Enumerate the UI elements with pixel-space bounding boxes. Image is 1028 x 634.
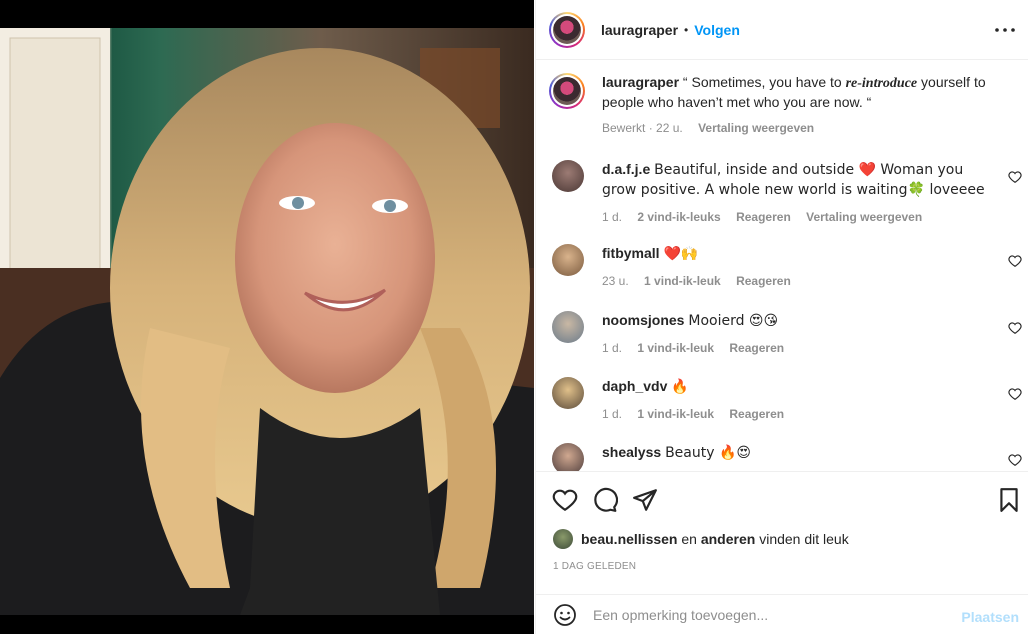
comment-text: Mooierd 😍😘 bbox=[688, 313, 779, 329]
comment-like-heart-icon[interactable] bbox=[1008, 387, 1022, 401]
share-send-icon[interactable] bbox=[632, 487, 658, 513]
comment-avatar[interactable] bbox=[552, 377, 584, 409]
like-heart-icon[interactable] bbox=[552, 487, 578, 513]
caption-avatar[interactable] bbox=[549, 73, 585, 109]
caption-username[interactable]: lauragraper bbox=[602, 74, 679, 90]
comment-reply-button[interactable]: Reageren bbox=[729, 407, 784, 421]
comment-username[interactable]: noomsjones bbox=[602, 312, 684, 328]
author-username[interactable]: lauragraper bbox=[601, 22, 678, 38]
comment-translate-link[interactable]: Vertaling weergeven bbox=[806, 210, 922, 224]
comment-username[interactable]: d.a.f.j.e bbox=[602, 161, 650, 177]
comment-avatar[interactable] bbox=[552, 244, 584, 276]
likes-summary: beau.nellissen en anderen vinden dit leu… bbox=[553, 529, 849, 549]
comment-composer: Plaatsen bbox=[536, 594, 1028, 634]
comment-text: Beautiful, inside and outside ❤️ Woman y… bbox=[602, 162, 985, 198]
emoji-picker-icon[interactable] bbox=[553, 603, 577, 627]
comment-like-heart-icon[interactable] bbox=[1008, 170, 1022, 184]
author-avatar[interactable] bbox=[549, 11, 585, 48]
liker-username[interactable]: beau.nellissen bbox=[581, 531, 677, 547]
comment-username[interactable]: daph_vdv bbox=[602, 378, 667, 394]
comment-age: 1 d. bbox=[602, 210, 623, 224]
comment-text: 🔥 bbox=[671, 379, 689, 395]
comment-text: Beauty 🔥😍 bbox=[665, 445, 751, 461]
post-photo[interactable] bbox=[0, 28, 534, 615]
caption-text-emphasis: re-introduce bbox=[845, 76, 918, 91]
post-sidebar: lauragraper • Volgen lauragraper “ Somet… bbox=[535, 0, 1028, 634]
comment-likes-count[interactable]: 2 vind-ik-leuks bbox=[637, 210, 720, 224]
more-options-icon[interactable] bbox=[995, 20, 1015, 40]
comment-text: ❤️🙌 bbox=[663, 246, 699, 262]
comment-likes-count[interactable]: 1 vind-ik-leuk bbox=[644, 274, 721, 288]
comment-bubble-icon[interactable] bbox=[592, 487, 618, 513]
post-comment-button[interactable]: Plaatsen bbox=[961, 609, 1019, 625]
comment-age: 1 d. bbox=[602, 407, 623, 421]
caption-edited: Bewerkt · 22 u. bbox=[602, 121, 683, 135]
comment-avatar[interactable] bbox=[552, 160, 584, 192]
comment-likes-count[interactable]: 1 vind-ik-leuk bbox=[637, 407, 714, 421]
caption-text-start: “ Sometimes, you have to bbox=[679, 74, 846, 90]
comment-avatar[interactable] bbox=[552, 311, 584, 343]
comment-reply-button[interactable]: Reageren bbox=[736, 274, 791, 288]
comment-age: 1 d. bbox=[602, 341, 623, 355]
comments-list[interactable]: lauragraper “ Sometimes, you have to re-… bbox=[536, 60, 1028, 472]
follow-button[interactable]: Volgen bbox=[694, 22, 740, 38]
save-bookmark-icon[interactable] bbox=[996, 487, 1022, 513]
post-timestamp[interactable]: 1 DAG GELEDEN bbox=[553, 561, 636, 572]
caption: lauragraper “ Sometimes, you have to re-… bbox=[549, 73, 1009, 137]
comment-like-heart-icon[interactable] bbox=[1008, 254, 1022, 268]
post-photo-pane bbox=[0, 0, 534, 634]
liker-avatar[interactable] bbox=[553, 529, 573, 549]
comment-username[interactable]: shealyss bbox=[602, 444, 661, 460]
comment-like-heart-icon[interactable] bbox=[1008, 321, 1022, 335]
comment-like-heart-icon[interactable] bbox=[1008, 453, 1022, 467]
post-actions-bar bbox=[536, 473, 1028, 525]
comment-age: 23 u. bbox=[602, 274, 629, 288]
comment-likes-count[interactable]: 1 vind-ik-leuk bbox=[637, 341, 714, 355]
post-header: lauragraper • Volgen bbox=[536, 0, 1028, 60]
likes-connector: en bbox=[677, 531, 701, 547]
comment-input[interactable] bbox=[593, 606, 933, 623]
comment-reply-button[interactable]: Reageren bbox=[736, 210, 791, 224]
comment-avatar[interactable] bbox=[552, 443, 584, 471]
likes-suffix: vinden dit leuk bbox=[755, 531, 849, 547]
comment-username[interactable]: fitbymall bbox=[602, 245, 660, 261]
caption-translate-link[interactable]: Vertaling weergeven bbox=[698, 121, 814, 135]
likes-others-link[interactable]: anderen bbox=[701, 531, 755, 547]
separator-dot: • bbox=[684, 22, 689, 37]
comment-reply-button[interactable]: Reageren bbox=[729, 341, 784, 355]
